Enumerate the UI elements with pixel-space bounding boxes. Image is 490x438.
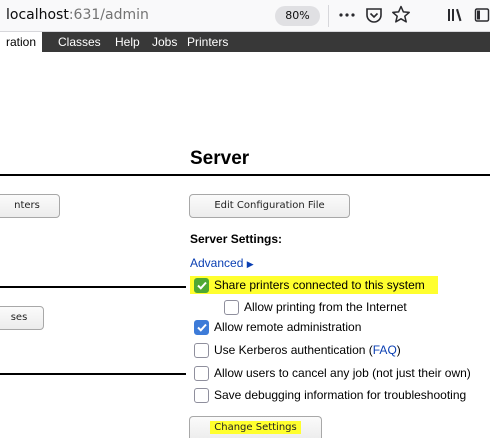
zoom-level-badge[interactable]: 80% — [275, 6, 320, 26]
cancel-any-job-checkbox[interactable] — [194, 366, 209, 381]
server-heading: Server — [190, 148, 250, 169]
toolbar-divider — [328, 5, 329, 27]
kerberos-suffix: ) — [396, 343, 401, 357]
cancel-any-job-label: Allow users to cancel any job (not just … — [214, 366, 471, 380]
url-path: :631/admin — [68, 7, 149, 23]
section-divider-left — [0, 174, 186, 176]
url-host: localhost — [6, 7, 69, 23]
share-printers-checkbox[interactable] — [194, 278, 209, 293]
change-settings-button[interactable]: Change Settings — [189, 416, 322, 438]
section-divider-left-2 — [0, 286, 186, 288]
server-settings-label: Server Settings: — [190, 232, 283, 246]
share-printers-label: Share printers connected to this system — [214, 278, 425, 292]
tab-help[interactable]: Help — [115, 32, 140, 52]
kerberos-checkbox[interactable] — [194, 343, 209, 358]
url-field[interactable]: localhost:631/admin — [6, 7, 149, 23]
cancel-any-job-option: Allow users to cancel any job (not just … — [190, 364, 490, 382]
more-icon[interactable] — [338, 4, 356, 26]
faq-link[interactable]: FAQ — [373, 343, 397, 357]
section-divider-left-3 — [0, 373, 186, 375]
change-settings-label: Change Settings — [210, 421, 301, 434]
tab-classes[interactable]: Classes — [58, 32, 101, 52]
expand-arrow-icon: ▶ — [246, 259, 254, 269]
share-printers-option: Share printers connected to this system — [190, 276, 438, 294]
allow-internet-printing-label: Allow printing from the Internet — [244, 300, 407, 314]
advanced-label: Advanced — [190, 256, 244, 270]
server-divider — [186, 174, 490, 176]
tab-printers[interactable]: Printers — [187, 32, 228, 52]
debug-logging-option: Save debugging information for troublesh… — [190, 386, 490, 404]
remote-admin-option: Allow remote administration — [190, 318, 390, 336]
remote-admin-checkbox[interactable] — [194, 320, 209, 335]
kerberos-option: Use Kerberos authentication (FAQ) — [190, 341, 430, 359]
allow-internet-printing-option: Allow printing from the Internet — [220, 298, 430, 316]
cups-navbar: ration Classes Help Jobs Printers — [0, 32, 490, 52]
advanced-link[interactable]: Advanced ▶ — [190, 256, 254, 270]
library-icon[interactable] — [446, 4, 464, 26]
debug-logging-checkbox[interactable] — [194, 388, 209, 403]
sidebar-icon[interactable] — [474, 4, 490, 26]
remote-admin-label: Allow remote administration — [214, 320, 362, 334]
tab-jobs[interactable]: Jobs — [152, 32, 177, 52]
allow-internet-printing-checkbox[interactable] — [224, 300, 239, 315]
edit-configuration-button[interactable]: Edit Configuration File — [189, 194, 350, 218]
pocket-icon[interactable] — [365, 4, 383, 26]
classes-button[interactable]: ses — [0, 306, 44, 330]
kerberos-text: Use Kerberos authentication (FAQ) — [214, 341, 401, 359]
tab-administration[interactable]: ration — [0, 32, 43, 52]
browser-toolbar: localhost:631/admin 80% — [0, 0, 490, 32]
bookmark-star-icon[interactable] — [391, 4, 411, 26]
printers-button[interactable]: nters — [0, 194, 60, 218]
kerberos-label: Use Kerberos authentication ( — [214, 343, 373, 357]
debug-logging-label: Save debugging information for troublesh… — [214, 388, 467, 402]
